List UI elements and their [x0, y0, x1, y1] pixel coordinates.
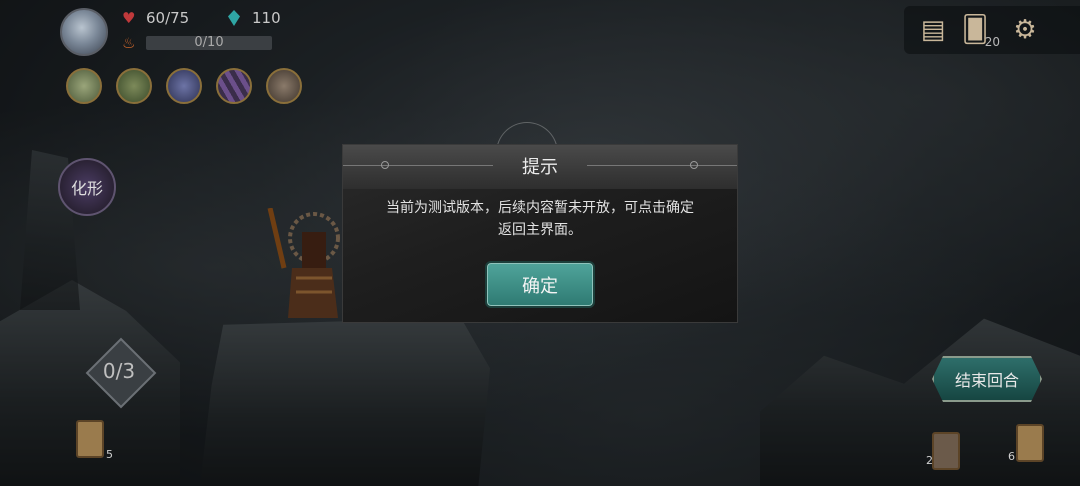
dialog-header: 提示 [343, 145, 737, 189]
exhaust-pile-icon [1016, 424, 1044, 462]
urn-relic-icon[interactable] [116, 68, 152, 104]
top-right-toolbar: ▤ 🂠 20 ⚙ [904, 6, 1080, 54]
transform-label: 化形 [70, 179, 103, 198]
relic-bar [66, 68, 302, 104]
orb-relic-icon[interactable] [166, 68, 202, 104]
draw-pile[interactable]: 5 [76, 420, 113, 461]
counter-value: 0/3 [102, 359, 136, 383]
gem-stat: 110 [228, 9, 281, 27]
end-turn-button[interactable]: 结束回合 [932, 356, 1042, 402]
discard-pile[interactable]: 2 [926, 432, 960, 470]
confirm-button[interactable]: 确定 [487, 263, 593, 306]
energy-bar: 0/10 [146, 36, 272, 50]
gem-value: 110 [252, 9, 281, 27]
dialog-message-line2: 返回主界面。 [498, 222, 582, 238]
exhaust-pile[interactable]: 6 [1008, 424, 1044, 463]
player-avatar[interactable] [60, 8, 108, 56]
egg-relic-icon[interactable] [66, 68, 102, 104]
confirm-label: 确定 [522, 275, 558, 297]
gear-icon[interactable]: ⚙ [1008, 13, 1042, 47]
end-turn-label: 结束回合 [954, 371, 1019, 390]
draw-pile-icon [76, 420, 104, 458]
dialog-title: 提示 [522, 157, 558, 178]
claw-relic-icon[interactable] [216, 68, 252, 104]
bell-relic-icon[interactable] [266, 68, 302, 104]
discard-count: 2 [926, 454, 933, 467]
dialog-message-line1: 当前为测试版本，后续内容暂未开放，可点击确定 [386, 200, 694, 216]
deck-icon[interactable]: 🂠 20 [958, 13, 1000, 49]
hp-stat: ♥ 60/75 [122, 9, 189, 27]
energy-value: 0/10 [194, 35, 224, 50]
discard-pile-icon [932, 432, 960, 470]
map-scroll-icon[interactable]: ▤ [916, 13, 950, 47]
hp-value: 60/75 [146, 9, 190, 27]
transform-button[interactable]: 化形 [58, 158, 116, 216]
heart-icon: ♥ [122, 9, 136, 27]
action-counter: 0/3 [85, 337, 157, 409]
exhaust-count: 6 [1008, 450, 1015, 463]
flame-icon: ♨ [122, 34, 136, 52]
dialog-message: 当前为测试版本，后续内容暂未开放，可点击确定 返回主界面。 [357, 197, 723, 241]
deck-count: 20 [984, 35, 1000, 49]
draw-pile-count: 5 [106, 448, 113, 461]
gem-icon [228, 10, 240, 26]
notice-dialog: 提示 当前为测试版本，后续内容暂未开放，可点击确定 返回主界面。 确定 [343, 145, 737, 322]
